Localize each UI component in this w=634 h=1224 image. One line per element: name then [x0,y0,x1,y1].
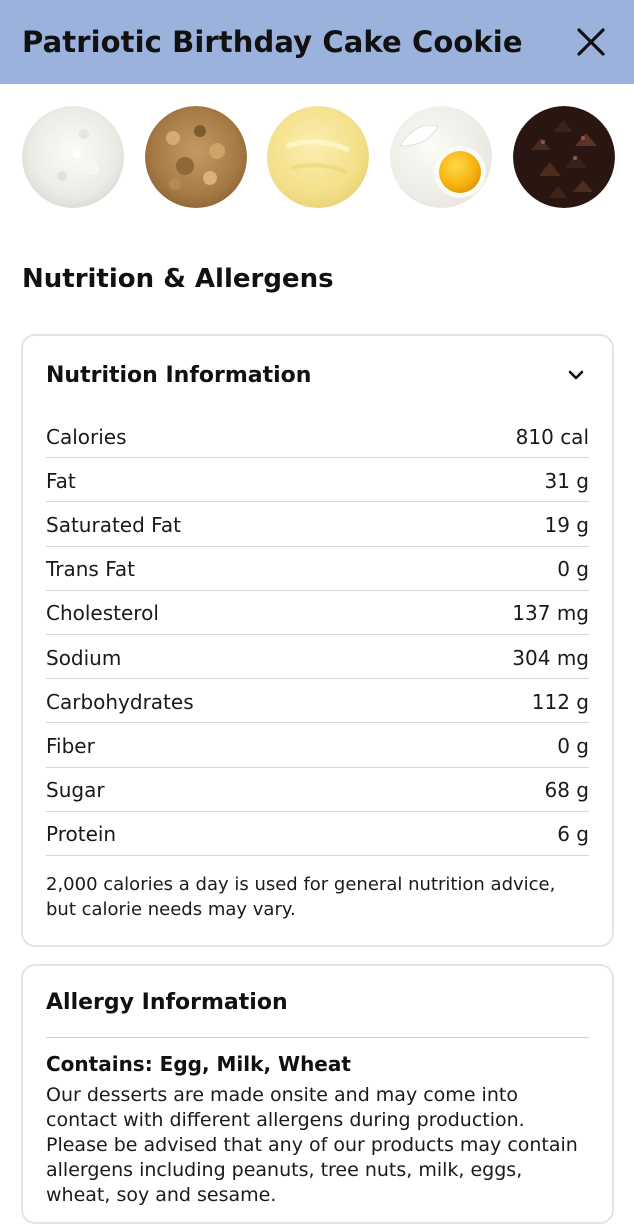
nutrition-row-trans-fat: Trans Fat 0 g [46,547,589,591]
nutrition-value: 6 g [557,822,589,847]
nutrition-row-carbohydrates: Carbohydrates 112 g [46,679,589,724]
section-title: Nutrition & Allergens [22,264,334,294]
nutrition-row-calories: Calories 810 cal [46,414,589,459]
nutrition-label: Calories [46,424,127,449]
nutrition-value: 0 g [557,733,589,758]
header-bar: Patriotic Birthday Cake Cookie [0,0,634,84]
nutrition-value: 137 mg [512,601,589,626]
allergy-title: Allergy Information [46,990,288,1015]
nutrition-label: Fat [46,468,76,493]
nutrition-row-sugar: Sugar 68 g [46,768,589,812]
ingredient-egg-image [390,106,492,208]
ingredient-images [22,106,622,210]
nutrition-label: Saturated Fat [46,512,181,537]
nutrition-label: Trans Fat [46,557,135,582]
nutrition-value: 0 g [557,557,589,582]
nutrition-footnote: 2,000 calories a day is used for general… [46,874,556,920]
nutrition-card: Nutrition Information Calories 810 cal F… [21,334,614,947]
nutrition-row-fat: Fat 31 g [46,458,589,503]
ingredient-brown-sugar-image [145,106,247,208]
ingredient-flour-image [22,106,124,208]
nutrition-value: 112 g [531,689,589,714]
nutrition-row-cholesterol: Cholesterol 137 mg [46,591,589,635]
ingredient-butter-image [267,106,369,208]
nutrition-row-fiber: Fiber 0 g [46,723,589,768]
ingredient-chocolate-chips-image [513,106,615,208]
nutrition-value: 31 g [544,468,589,493]
nutrition-label: Sugar [46,778,105,803]
nutrition-value: 810 cal [515,424,589,449]
nutrition-label: Sodium [46,645,122,670]
nutrition-row-protein: Protein 6 g [46,812,589,856]
nutrition-toggle-button[interactable] [563,362,589,388]
allergy-description: Our desserts are made onsite and may com… [46,1084,578,1206]
nutrition-row-saturated-fat: Saturated Fat 19 g [46,502,589,547]
nutrition-title: Nutrition Information [46,362,312,388]
nutrition-header[interactable]: Nutrition Information [46,358,589,392]
nutrition-table: Calories 810 cal Fat 31 g Saturated Fat … [46,414,589,856]
allergy-contains: Contains: Egg, Milk, Wheat [46,1052,351,1076]
nutrition-value: 68 g [544,778,589,803]
nutrition-label: Carbohydrates [46,689,194,714]
nutrition-value: 19 g [544,512,589,537]
nutrition-label: Fiber [46,733,95,758]
nutrition-row-sodium: Sodium 304 mg [46,635,589,680]
nutrition-value: 304 mg [512,645,589,670]
nutrition-label: Protein [46,822,117,847]
allergy-card: Allergy Information Contains: Egg, Milk,… [21,964,614,1224]
close-icon [577,28,605,56]
chevron-down-icon [568,370,584,380]
allergy-header: Allergy Information [46,986,589,1038]
close-button[interactable] [574,25,608,59]
page-title: Patriotic Birthday Cake Cookie [22,25,523,59]
nutrition-label: Cholesterol [46,601,159,626]
